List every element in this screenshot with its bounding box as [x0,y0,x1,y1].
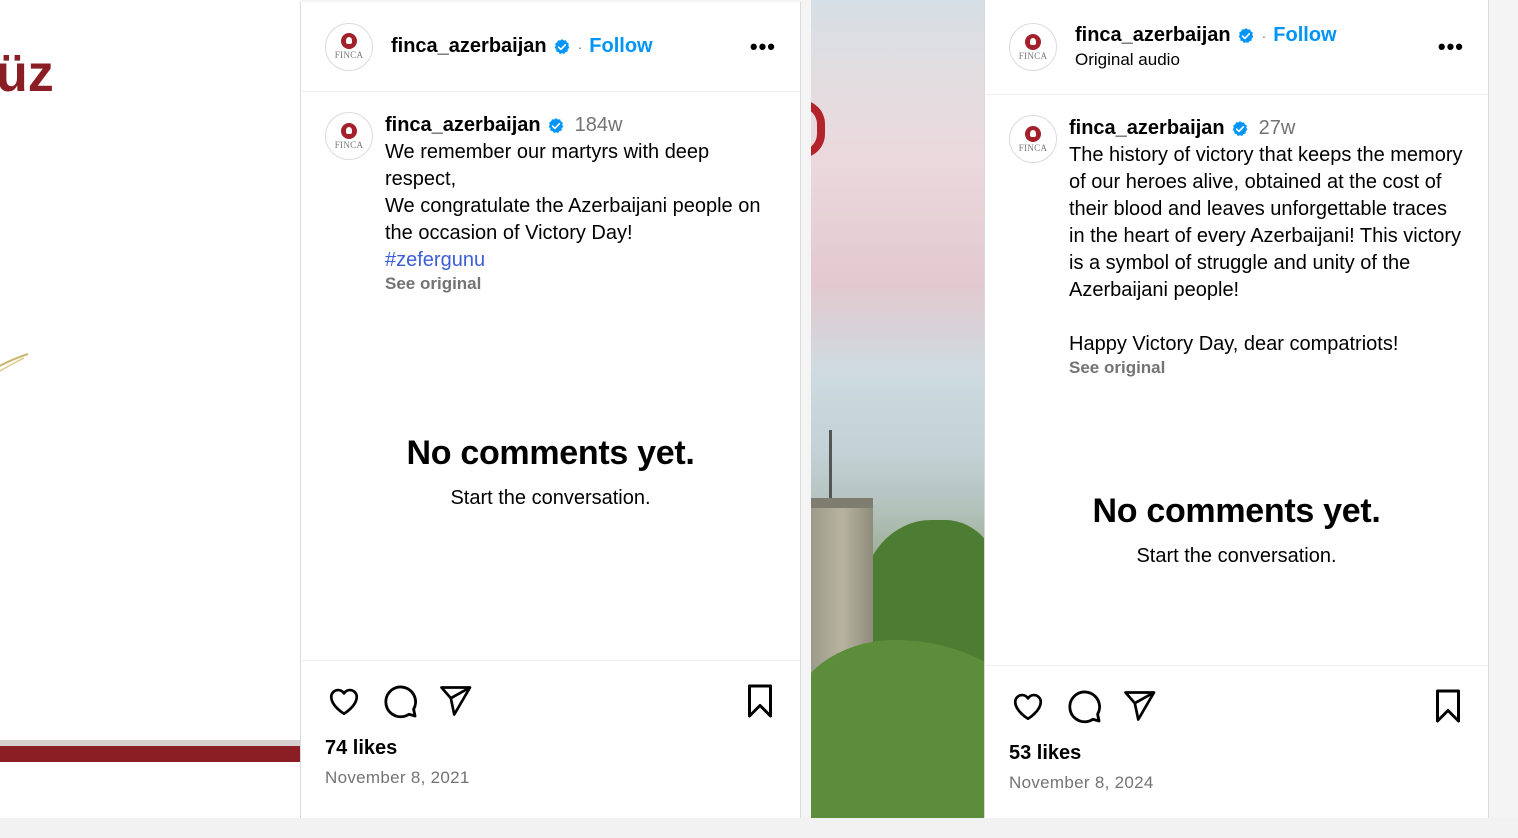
see-original-link[interactable]: See original [1069,358,1464,378]
heart-icon[interactable] [325,683,363,719]
media-partial-text: üz [0,45,54,103]
empty-comments-title: No comments yet. [406,434,695,472]
hashtag-link[interactable]: #zefergunu [385,247,776,274]
action-bar: 53 likes November 8, 2024 [985,665,1488,793]
caption: FINCA finca_azerbaijan 184w We remember … [301,92,800,294]
avatar-logo-word: FINCA [1018,50,1048,61]
bookmark-icon[interactable] [1432,688,1464,724]
media-red-mark [811,100,825,158]
avatar-logo-word: FINCA [334,50,364,60]
comment-icon[interactable] [381,682,419,720]
caption-username-link[interactable]: finca_azerbaijan [1069,115,1225,142]
avatar[interactable]: FINCA [1009,115,1057,163]
finca-logo-icon [1025,125,1041,142]
media-hill [811,640,984,818]
follow-button[interactable]: Follow [1273,24,1336,47]
post-time[interactable]: 184w [575,112,623,139]
header-info: finca_azerbaijan · Follow Original audio [1075,24,1438,70]
media-red-band [0,746,300,762]
caption-body: finca_azerbaijan 27w The history of vict… [1069,115,1464,378]
empty-comments-subtitle: Start the conversation. [1136,545,1337,567]
likes-count[interactable]: 74 likes [325,737,776,760]
post-date: November 8, 2024 [1009,773,1154,792]
share-icon[interactable] [437,683,473,719]
post-date: November 8, 2021 [325,768,470,787]
empty-comments-subtitle: Start the conversation. [450,487,651,509]
more-options-icon[interactable]: ••• [750,35,776,58]
post-time[interactable]: 27w [1259,115,1296,142]
avatar[interactable]: FINCA [1009,23,1057,71]
middle-post-media[interactable] [811,0,984,818]
share-icon[interactable] [1121,688,1157,724]
verified-badge-icon [548,117,563,133]
media-pole [829,430,832,500]
caption-text: We congratulate the Azerbaijani people o… [385,195,761,244]
post-panel-2: FINCA finca_azerbaijan · Follow Original… [984,0,1489,818]
action-icons [325,661,776,741]
media-sketch-graphic [0,353,29,372]
username-link[interactable]: finca_azerbaijan [1075,24,1231,47]
see-original-link[interactable]: See original [385,274,776,294]
caption-head: finca_azerbaijan 27w [1069,115,1464,142]
caption-text: Happy Victory Day, dear compatriots! [1069,333,1399,355]
caption-text: We remember our martyrs with deep respec… [385,141,710,190]
action-icons [1009,666,1464,746]
left-post-media: üz [0,0,300,818]
header-row: finca_azerbaijan · Follow [1075,24,1438,47]
post-header: FINCA finca_azerbaijan · Follow Original… [985,0,1488,95]
action-bar: 74 likes November 8, 2021 [301,660,800,788]
follow-button[interactable]: Follow [589,35,652,58]
username-link[interactable]: finca_azerbaijan [391,35,547,58]
avatar[interactable]: FINCA [325,112,373,160]
caption: FINCA finca_azerbaijan 27w The history o… [985,95,1488,378]
more-options-icon[interactable]: ••• [1438,36,1464,58]
verified-badge-icon [554,38,569,54]
empty-comments: No comments yet. Start the conversation. [301,434,800,510]
caption-head: finca_azerbaijan 184w [385,112,776,139]
post-header: FINCA finca_azerbaijan · Follow ••• [301,2,800,92]
bookmark-icon[interactable] [744,683,776,719]
window-bottom-strip [0,818,1518,838]
caption-username-link[interactable]: finca_azerbaijan [385,112,541,139]
header-row: finca_azerbaijan · Follow [391,35,750,58]
heart-icon[interactable] [1009,688,1047,724]
separator-dot: · [577,38,583,55]
comment-icon[interactable] [1065,687,1103,725]
audio-label[interactable]: Original audio [1075,50,1438,70]
separator-dot: · [1261,27,1267,44]
avatar-logo-word: FINCA [1018,142,1048,153]
verified-badge-icon [1232,120,1247,136]
empty-comments-title: No comments yet. [1092,492,1381,530]
caption-text: The history of victory that keeps the me… [1069,144,1463,301]
finca-logo-icon [341,33,357,49]
verified-badge-icon [1238,27,1253,43]
avatar-logo-word: FINCA [334,139,364,150]
empty-comments: No comments yet. Start the conversation. [985,492,1488,568]
header-info: finca_azerbaijan · Follow [391,35,750,58]
finca-logo-icon [1025,33,1041,50]
post-panel-1: FINCA finca_azerbaijan · Follow ••• FINC… [300,2,801,818]
avatar[interactable]: FINCA [325,22,373,71]
finca-logo-icon [341,122,357,139]
likes-count[interactable]: 53 likes [1009,742,1464,765]
caption-body: finca_azerbaijan 184w We remember our ma… [385,112,776,294]
